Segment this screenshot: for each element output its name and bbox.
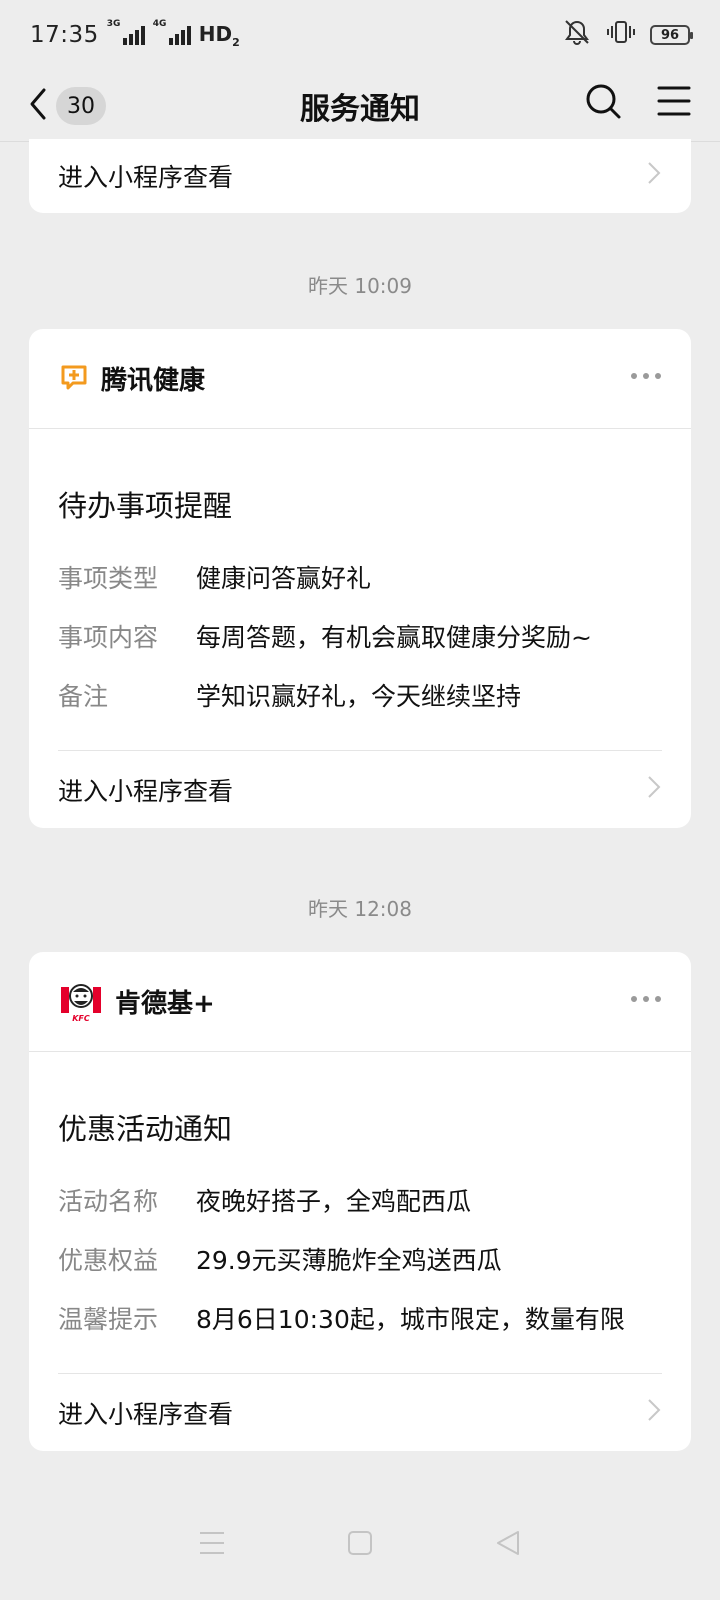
link-label: 进入小程序查看 xyxy=(58,1399,234,1429)
open-miniprogram-link[interactable]: 进入小程序查看 xyxy=(58,1373,662,1451)
card-body: 优惠活动通知 活动名称 夜晚好搭子，全鸡配西瓜 优惠权益 29.9元买薄脆炸全鸡… xyxy=(29,1052,691,1451)
app-name: 肯德基+ xyxy=(115,989,215,1019)
back-button[interactable]: 30 xyxy=(26,84,106,128)
nav-actions xyxy=(584,82,692,124)
hd-indicator: HD2 xyxy=(198,21,240,49)
vibrate-icon xyxy=(606,19,636,51)
detail-label: 温馨提示 xyxy=(58,1305,159,1334)
link-label: 进入小程序查看 xyxy=(58,163,234,192)
message-timestamp: 昨天 10:09 xyxy=(308,274,412,298)
status-time: 17:35 xyxy=(30,22,99,48)
detail-value: 夜晚好搭子，全鸡配西瓜 xyxy=(196,1187,472,1216)
home-icon[interactable] xyxy=(346,1529,374,1561)
menu-icon[interactable] xyxy=(656,84,692,122)
detail-value: 每周答题，有机会赢取健康分奖励~ xyxy=(196,623,592,652)
status-left: 17:35 3G 4G HD2 xyxy=(30,19,240,49)
detail-label: 活动名称 xyxy=(58,1187,159,1216)
message-timestamp: 昨天 12:08 xyxy=(308,897,412,921)
status-right: 96 xyxy=(562,19,693,51)
system-nav-bar xyxy=(0,1490,720,1600)
chevron-right-icon xyxy=(646,160,662,192)
tencent-health-logo-icon xyxy=(59,362,89,396)
detail-row: 温馨提示 8月6日10:30起，城市限定，数量有限 xyxy=(58,1300,662,1359)
kfc-logo-text: KFC xyxy=(72,1013,90,1023)
message-card-tencent-health: 腾讯健康 待办事项提醒 事项类型 健康问答赢好礼 事项内容 每周答题，有机会赢取… xyxy=(29,329,691,828)
chevron-right-icon xyxy=(646,1397,662,1429)
status-bar: 17:35 3G 4G HD2 96 xyxy=(0,0,720,70)
message-card-partial: 进入小程序查看 xyxy=(29,139,691,213)
detail-value: 8月6日10:30起，城市限定，数量有限 xyxy=(196,1305,625,1334)
app-name: 腾讯健康 xyxy=(101,366,206,396)
nav-bar: 30 服务通知 xyxy=(0,70,720,142)
link-label: 进入小程序查看 xyxy=(58,776,234,806)
detail-label: 优惠权益 xyxy=(58,1246,159,1275)
mute-icon xyxy=(562,19,592,51)
detail-value: 学知识赢好礼，今天继续坚持 xyxy=(196,682,522,711)
open-miniprogram-link[interactable]: 进入小程序查看 xyxy=(58,750,662,828)
detail-row: 活动名称 夜晚好搭子，全鸡配西瓜 xyxy=(58,1182,662,1241)
more-options-icon[interactable] xyxy=(631,373,661,379)
open-miniprogram-link[interactable]: 进入小程序查看 xyxy=(29,139,691,213)
kfc-logo-icon: KFC xyxy=(59,981,103,1023)
detail-label: 事项类型 xyxy=(58,564,159,593)
back-triangle-icon[interactable] xyxy=(494,1529,522,1561)
signal-4g-icon: 4G xyxy=(153,19,191,45)
detail-label: 事项内容 xyxy=(58,623,159,652)
more-options-icon[interactable] xyxy=(631,996,661,1002)
card-header[interactable]: 腾讯健康 xyxy=(29,329,691,429)
battery-icon: 96 xyxy=(650,25,693,45)
chevron-left-icon xyxy=(26,84,50,128)
search-icon[interactable] xyxy=(584,82,622,124)
card-body: 待办事项提醒 事项类型 健康问答赢好礼 事项内容 每周答题，有机会赢取健康分奖励… xyxy=(29,429,691,828)
detail-value: 健康问答赢好礼 xyxy=(196,564,372,593)
card-header[interactable]: KFC 肯德基+ xyxy=(29,952,691,1052)
unread-count-badge: 30 xyxy=(56,87,106,125)
message-title: 优惠活动通知 xyxy=(58,1112,233,1146)
detail-row: 备注 学知识赢好礼，今天继续坚持 xyxy=(58,677,662,736)
detail-row: 优惠权益 29.9元买薄脆炸全鸡送西瓜 xyxy=(58,1241,662,1300)
message-card-kfc: KFC 肯德基+ 优惠活动通知 活动名称 夜晚好搭子，全鸡配西瓜 优惠权益 29… xyxy=(29,952,691,1451)
signal-3g-icon: 3G xyxy=(107,19,145,45)
message-title: 待办事项提醒 xyxy=(58,489,233,523)
detail-row: 事项内容 每周答题，有机会赢取健康分奖励~ xyxy=(58,618,662,677)
detail-row: 事项类型 健康问答赢好礼 xyxy=(58,559,662,618)
page-title: 服务通知 xyxy=(300,91,420,127)
chevron-right-icon xyxy=(646,774,662,806)
recent-apps-icon[interactable] xyxy=(198,1530,226,1560)
detail-value: 29.9元买薄脆炸全鸡送西瓜 xyxy=(196,1246,502,1275)
detail-label: 备注 xyxy=(58,682,109,711)
